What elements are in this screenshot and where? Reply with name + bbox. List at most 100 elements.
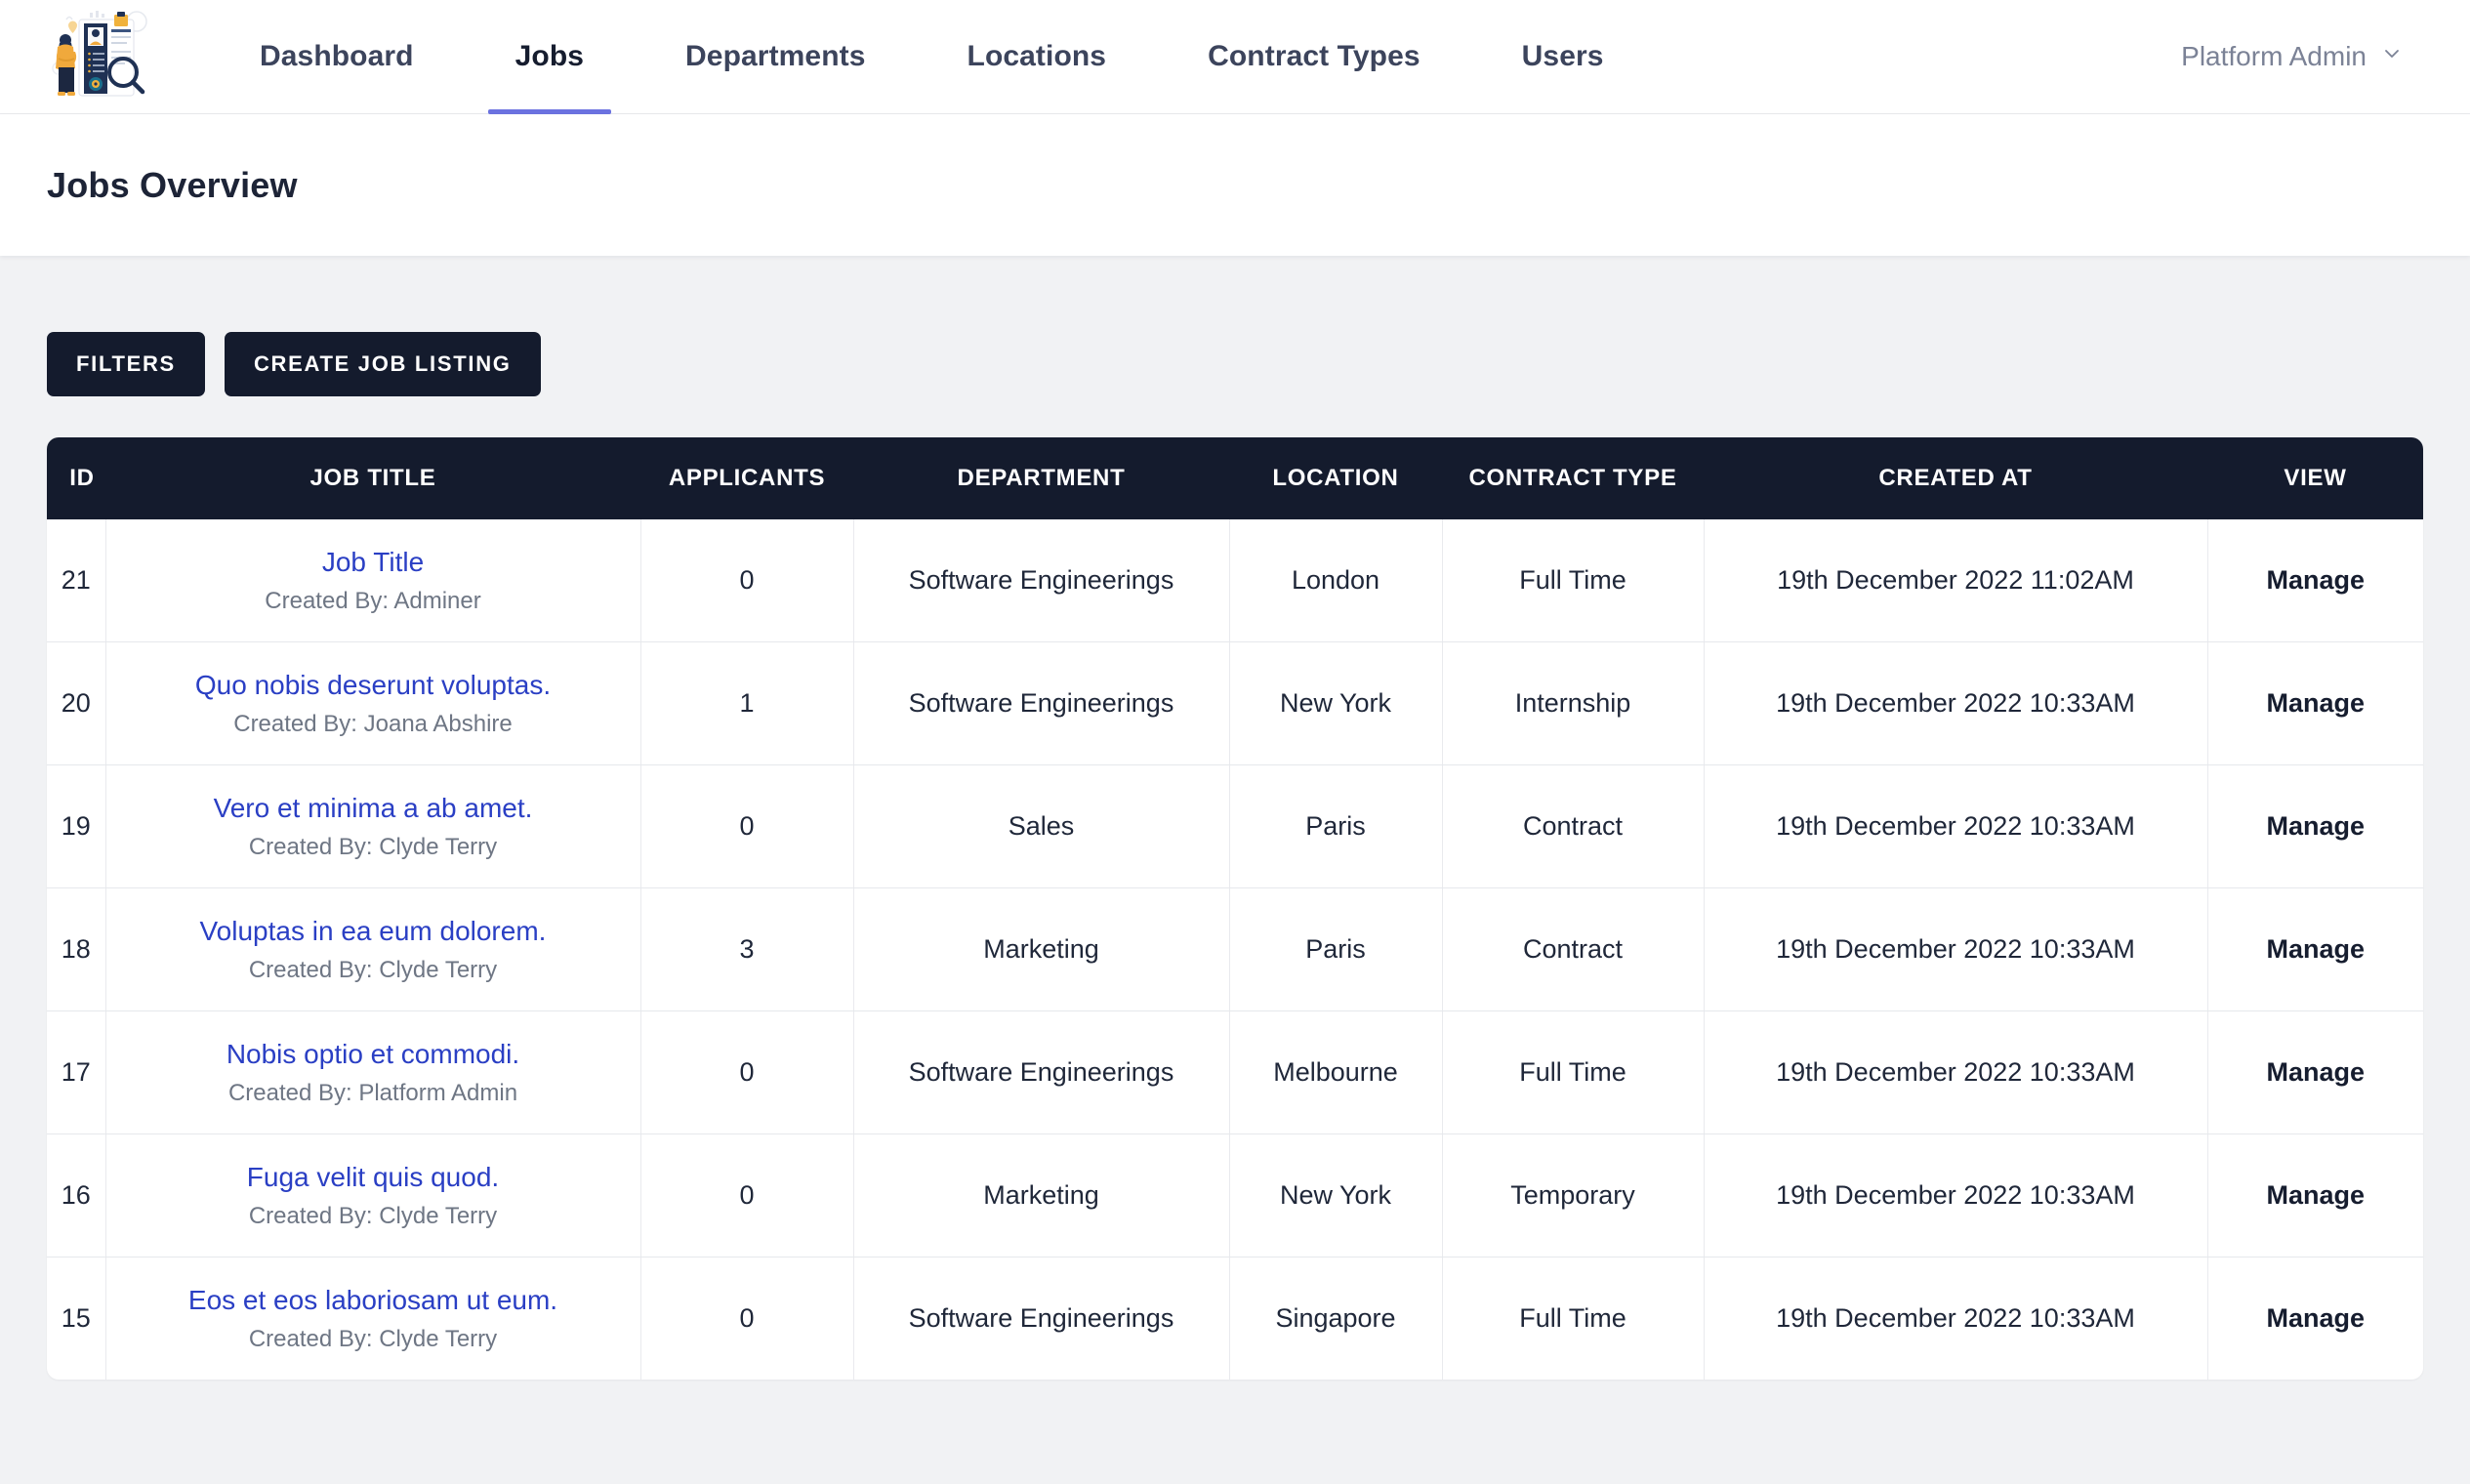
manage-link[interactable]: Manage xyxy=(2266,1180,2365,1210)
app-logo[interactable] xyxy=(45,6,150,107)
cell-job-title: Quo nobis deserunt voluptas. Created By: … xyxy=(105,641,641,765)
manage-link[interactable]: Manage xyxy=(2266,688,2365,718)
cell-created-at-value: 19th December 2022 10:33AM xyxy=(1776,1303,2135,1333)
cell-created-at-value: 19th December 2022 10:33AM xyxy=(1776,811,2135,841)
cell-id: 19 xyxy=(47,764,106,888)
cell-id-value: 15 xyxy=(61,1303,91,1333)
table-row: 15 Eos et eos laboriosam ut eum. Created B… xyxy=(47,1257,2423,1380)
cell-view: Manage xyxy=(2207,519,2423,642)
cell-created-at-value: 19th December 2022 10:33AM xyxy=(1776,688,2135,718)
user-account-menu[interactable]: Platform Admin xyxy=(2181,41,2431,72)
job-title-link[interactable]: Voluptas in ea eum dolorem. xyxy=(118,914,629,948)
job-created-by: Created By: Joana Abshire xyxy=(233,711,513,737)
nav-item-locations[interactable]: Locations xyxy=(940,0,1134,114)
cell-department: Marketing xyxy=(853,1134,1230,1257)
cell-contract-type-value: Contract xyxy=(1522,934,1624,964)
cell-created-at: 19th December 2022 10:33AM xyxy=(1704,764,2208,888)
job-title-link[interactable]: Nobis optio et commodi. xyxy=(118,1037,629,1071)
cell-location-value: Paris xyxy=(1305,934,1366,964)
column-header-contract-type[interactable]: CONTRACT TYPE xyxy=(1442,437,1704,519)
main-content: FILTERS CREATE JOB LISTING ID JOB TITLE … xyxy=(0,256,2470,1380)
cell-id-value: 21 xyxy=(61,565,91,595)
cell-created-at: 19th December 2022 10:33AM xyxy=(1704,641,2208,765)
cell-contract-type: Full Time xyxy=(1442,519,1705,642)
cell-id-value: 17 xyxy=(61,1057,91,1087)
table-row: 21 Job Title Created By: Adminer 0 Software … xyxy=(47,519,2423,642)
cell-view: Manage xyxy=(2207,641,2423,765)
job-created-by: Created By: Clyde Terry xyxy=(248,834,498,860)
column-header-location[interactable]: LOCATION xyxy=(1229,437,1442,519)
nav-label: Jobs xyxy=(515,40,585,72)
job-title-link[interactable]: Fuga velit quis quod. xyxy=(118,1160,629,1194)
nav-item-departments[interactable]: Departments xyxy=(658,0,892,114)
filters-button[interactable]: FILTERS xyxy=(47,332,205,396)
cell-job-title: Vero et minima a ab amet. Created By: Cly… xyxy=(105,764,641,888)
job-created-by: Created By: Clyde Terry xyxy=(248,957,498,983)
cell-created-at-value: 19th December 2022 11:02AM xyxy=(1777,565,2134,595)
cell-applicants: 3 xyxy=(640,887,854,1011)
cell-applicants-value: 3 xyxy=(739,934,755,964)
cell-contract-type: Internship xyxy=(1442,641,1705,765)
cell-contract-type-value: Internship xyxy=(1514,688,1631,718)
manage-link[interactable]: Manage xyxy=(2266,565,2365,595)
cell-location-value: New York xyxy=(1279,688,1392,718)
column-header-applicants[interactable]: APPLICANTS xyxy=(640,437,853,519)
manage-link[interactable]: Manage xyxy=(2266,811,2365,841)
cell-applicants-value: 0 xyxy=(739,1303,755,1333)
job-title-link[interactable]: Quo nobis deserunt voluptas. xyxy=(118,668,629,702)
cell-view: Manage xyxy=(2207,764,2423,888)
cell-view: Manage xyxy=(2207,1134,2423,1257)
nav-item-users[interactable]: Users xyxy=(1495,0,1631,114)
cell-created-at-value: 19th December 2022 10:33AM xyxy=(1776,1057,2135,1087)
cell-department: Software Engineerings xyxy=(853,641,1230,765)
cell-job-title: Eos et eos laboriosam ut eum. Created By:… xyxy=(105,1257,641,1380)
cell-location-value: Singapore xyxy=(1275,1303,1396,1333)
cell-department-value: Software Engineerings xyxy=(908,1057,1174,1087)
cell-id: 20 xyxy=(47,641,106,765)
cell-applicants: 0 xyxy=(640,1010,854,1134)
column-header-view[interactable]: VIEW xyxy=(2207,437,2423,519)
cell-job-title: Nobis optio et commodi. Created By: Platf… xyxy=(105,1010,641,1134)
nav-item-jobs[interactable]: Jobs xyxy=(487,0,612,114)
manage-link[interactable]: Manage xyxy=(2266,1057,2365,1087)
cell-location-value: London xyxy=(1291,565,1380,595)
cell-contract-type: Temporary xyxy=(1442,1134,1705,1257)
cell-location-value: New York xyxy=(1279,1180,1392,1210)
cell-applicants: 1 xyxy=(640,641,854,765)
job-created-by: Created By: Adminer xyxy=(265,588,481,614)
cell-id: 17 xyxy=(47,1010,106,1134)
jobs-table-head: ID JOB TITLE APPLICANTS DEPARTMENT LOCAT… xyxy=(47,437,2423,519)
table-row: 16 Fuga velit quis quod. Created By: Clyde… xyxy=(47,1134,2423,1257)
page-title: Jobs Overview xyxy=(47,164,298,205)
column-header-job-title[interactable]: JOB TITLE xyxy=(105,437,640,519)
nav-item-contract-types[interactable]: Contract Types xyxy=(1180,0,1448,114)
nav-item-dashboard[interactable]: Dashboard xyxy=(232,0,441,114)
cell-location: New York xyxy=(1229,1134,1443,1257)
manage-link[interactable]: Manage xyxy=(2266,1303,2365,1333)
cell-job-title: Fuga velit quis quod. Created By: Clyde T… xyxy=(105,1134,641,1257)
table-header-row: ID JOB TITLE APPLICANTS DEPARTMENT LOCAT… xyxy=(47,437,2423,519)
cell-department: Software Engineerings xyxy=(853,1010,1230,1134)
create-job-listing-button[interactable]: CREATE JOB LISTING xyxy=(224,332,541,396)
cell-id-value: 18 xyxy=(61,934,91,964)
job-title-link[interactable]: Eos et eos laboriosam ut eum. xyxy=(118,1283,629,1317)
column-header-department[interactable]: DEPARTMENT xyxy=(853,437,1229,519)
cell-applicants: 0 xyxy=(640,1257,854,1380)
job-title-link[interactable]: Vero et minima a ab amet. xyxy=(118,791,629,825)
jobs-table-container: ID JOB TITLE APPLICANTS DEPARTMENT LOCAT… xyxy=(47,437,2423,1380)
job-created-by: Created By: Clyde Terry xyxy=(248,1203,498,1229)
cell-applicants: 0 xyxy=(640,1134,854,1257)
column-header-created-at[interactable]: CREATED AT xyxy=(1704,437,2207,519)
cell-location: New York xyxy=(1229,641,1443,765)
cell-applicants: 0 xyxy=(640,764,854,888)
cell-created-at-value: 19th December 2022 10:33AM xyxy=(1776,934,2135,964)
chevron-down-icon xyxy=(2382,44,2402,63)
job-title-link[interactable]: Job Title xyxy=(118,545,629,579)
jobs-table-body: 21 Job Title Created By: Adminer 0 Software … xyxy=(47,519,2423,1380)
cell-contract-type-value: Full Time xyxy=(1519,1057,1626,1087)
cell-location: Paris xyxy=(1229,764,1443,888)
manage-link[interactable]: Manage xyxy=(2266,934,2365,964)
nav-label: Departments xyxy=(685,40,866,72)
column-header-id[interactable]: ID xyxy=(47,437,105,519)
nav-label: Users xyxy=(1521,40,1604,72)
